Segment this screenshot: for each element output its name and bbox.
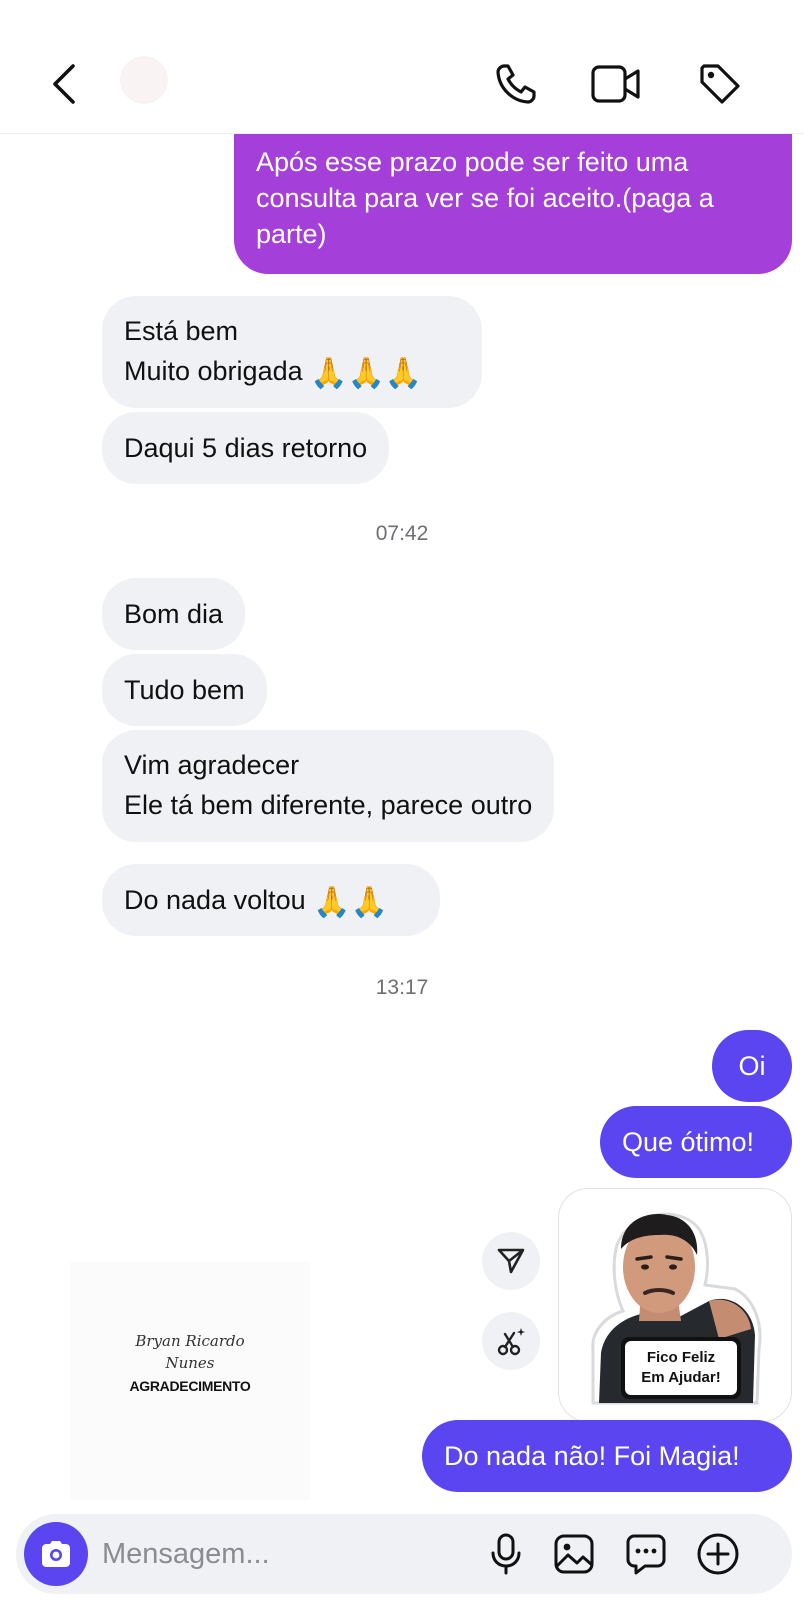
timestamp: 13:17 bbox=[375, 976, 429, 999]
sticker-caption: Fico Feliz Em Ajudar! bbox=[625, 1341, 737, 1395]
received-message[interactable]: Bom dia bbox=[102, 578, 246, 650]
message-text: Está bem bbox=[124, 316, 239, 346]
received-message[interactable]: Tudo bem bbox=[102, 654, 267, 726]
share-button[interactable] bbox=[482, 1232, 540, 1290]
received-message[interactable]: Do nada voltou 🙏🙏 bbox=[102, 864, 440, 936]
received-message[interactable]: Vim agradecer Ele tá bem diferente, pare… bbox=[102, 730, 555, 842]
sticker-button[interactable] bbox=[622, 1530, 670, 1578]
video-call-button[interactable] bbox=[590, 58, 642, 110]
chevron-left-icon bbox=[53, 64, 75, 104]
chat-header bbox=[0, 0, 804, 134]
sticker-text: Em Ajudar! bbox=[641, 1369, 721, 1386]
sent-message[interactable]: Do nada não! Foi Magia! bbox=[422, 1420, 792, 1492]
sent-message[interactable]: Que ótimo! bbox=[600, 1106, 792, 1178]
received-message[interactable]: Daqui 5 dias retorno bbox=[102, 412, 390, 484]
call-button[interactable] bbox=[490, 58, 542, 110]
tag-button[interactable] bbox=[694, 58, 746, 110]
message-text: Tudo bem bbox=[124, 675, 245, 705]
message-text: Oi bbox=[738, 1051, 766, 1081]
sticker-chat-icon bbox=[626, 1534, 666, 1575]
video-camera-icon bbox=[591, 65, 640, 103]
pray-emoji: 🙏 bbox=[310, 357, 348, 390]
scissors-sparkle-icon bbox=[497, 1328, 525, 1356]
message-composer bbox=[16, 1514, 792, 1594]
received-message[interactable]: Está bem Muito obrigada 🙏🙏🙏 bbox=[102, 296, 482, 408]
sticker-text: Fico Feliz bbox=[646, 1349, 716, 1366]
plus-icon bbox=[697, 1533, 739, 1575]
message-text: Ele tá bem diferente, parece outro bbox=[124, 790, 533, 820]
microphone-button[interactable] bbox=[482, 1530, 530, 1578]
message-text: Vim agradecer bbox=[124, 750, 300, 780]
camera-button[interactable] bbox=[24, 1522, 88, 1586]
avatar[interactable] bbox=[120, 56, 168, 104]
message-text: Bom dia bbox=[124, 599, 224, 629]
message-text: Do nada não! Foi Magia! bbox=[444, 1441, 740, 1471]
send-icon bbox=[497, 1248, 525, 1274]
sticker-message[interactable]: Fico Feliz Em Ajudar! bbox=[558, 1188, 792, 1422]
more-button[interactable] bbox=[694, 1530, 742, 1578]
watermark-label: AGRADECIMENTO bbox=[129, 1378, 251, 1394]
sent-message[interactable]: Oi bbox=[712, 1030, 792, 1102]
message-text: Daqui 5 dias retorno bbox=[124, 433, 368, 463]
pray-emoji: 🙏 bbox=[313, 886, 351, 919]
watermark: Bryan Ricardo Nunes AGRADECIMENTO bbox=[70, 1262, 310, 1500]
back-button[interactable] bbox=[38, 58, 90, 110]
pray-emoji: 🙏 bbox=[347, 357, 385, 390]
pray-emoji: 🙏 bbox=[350, 886, 388, 919]
gallery-icon bbox=[554, 1534, 594, 1574]
message-text: Após esse prazo pode ser feito uma consu… bbox=[256, 147, 714, 249]
pray-emoji: 🙏 bbox=[384, 357, 423, 390]
phone-icon bbox=[496, 64, 536, 104]
gallery-button[interactable] bbox=[550, 1530, 598, 1578]
remix-sticker-button[interactable] bbox=[482, 1312, 540, 1370]
message-text: Que ótimo! bbox=[622, 1127, 755, 1157]
microphone-icon bbox=[491, 1533, 521, 1575]
camera-icon bbox=[42, 1541, 70, 1567]
sent-message[interactable]: Após esse prazo pode ser feito uma consu… bbox=[234, 134, 792, 274]
timestamp: 07:42 bbox=[375, 522, 429, 545]
message-text: Do nada voltou bbox=[124, 885, 306, 915]
message-text: Muito obrigada bbox=[124, 356, 303, 386]
tag-icon bbox=[700, 64, 740, 104]
watermark-script: Bryan Ricardo Nunes bbox=[135, 1332, 245, 1372]
message-input[interactable] bbox=[102, 1528, 482, 1580]
